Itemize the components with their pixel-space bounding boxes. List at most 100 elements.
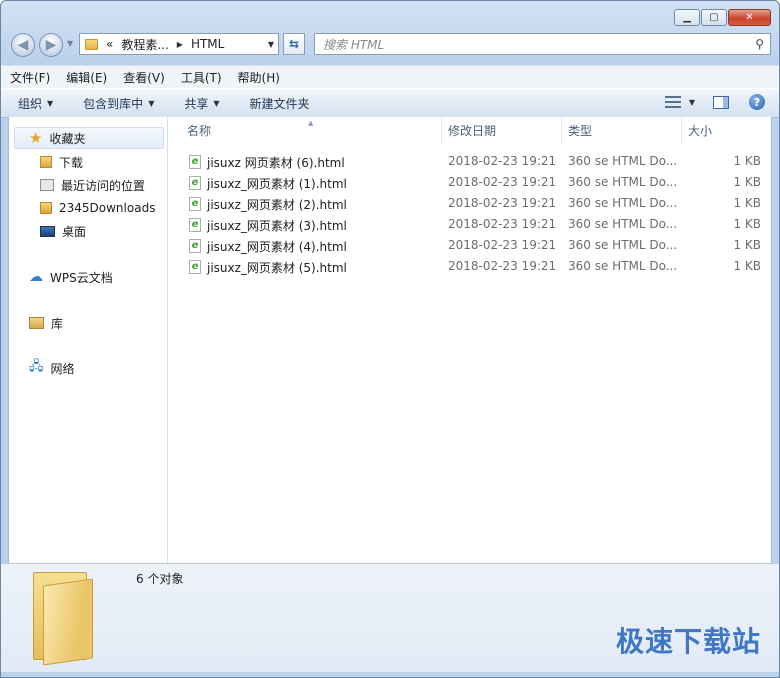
menu-help[interactable]: 帮助(H) (238, 69, 280, 86)
file-date: 2018-02-23 19:21 (448, 196, 557, 210)
file-row[interactable]: e jisuxz_网页素材 (5).html 2018-02-23 19:21 … (168, 257, 771, 278)
breadcrumb-parent[interactable]: 教程素... (121, 36, 168, 53)
file-row[interactable]: e jisuxz_网页素材 (3).html 2018-02-23 19:21 … (168, 215, 771, 236)
html-file-icon: e (189, 155, 201, 169)
column-header-type[interactable]: 类型 (562, 117, 682, 143)
navigation-pane: ★ 收藏夹 下载 最近访问的位置 2345Downloads 桌面 ☁ WPS云… (9, 117, 168, 563)
refresh-button[interactable]: ⇆ (283, 33, 305, 55)
menu-tools[interactable]: 工具(T) (181, 69, 222, 86)
html-file-icon: e (189, 197, 201, 211)
search-box[interactable]: 搜索 HTML ⚲ (314, 33, 771, 55)
new-folder-label: 新建文件夹 (249, 96, 310, 111)
breadcrumb-current[interactable]: HTML (191, 37, 224, 51)
chevron-down-icon: ▼ (213, 98, 220, 108)
sidebar-favorites-label: 收藏夹 (49, 131, 86, 146)
explorer-window: ▁ ▢ ✕ ◀ ▶ ▼ « 教程素... ▶ HTML ▼ ⇆ 搜索 HTML … (0, 0, 780, 678)
chevron-down-icon: ▼ (47, 98, 54, 108)
file-type: 360 se HTML Do... (568, 196, 678, 210)
file-size: 1 KB (733, 196, 761, 210)
sidebar-item-favorites[interactable]: ★ 收藏夹 (29, 128, 85, 148)
sidebar-item-desktop[interactable]: 桌面 (40, 221, 86, 241)
address-dropdown-icon[interactable]: ▼ (268, 40, 274, 49)
sidebar-item-downloads[interactable]: 下载 (40, 152, 83, 172)
file-date: 2018-02-23 19:21 (448, 238, 557, 252)
minimize-button[interactable]: ▁ (674, 9, 700, 26)
refresh-icon: ⇆ (288, 37, 300, 51)
maximize-button[interactable]: ▢ (701, 9, 727, 26)
column-header-size[interactable]: 大小 (682, 117, 772, 143)
file-type: 360 se HTML Do... (568, 259, 678, 273)
file-date: 2018-02-23 19:21 (448, 175, 557, 189)
file-size: 1 KB (733, 238, 761, 252)
preview-pane-icon[interactable] (713, 95, 729, 109)
organize-button[interactable]: 组织 ▼ (18, 95, 53, 112)
menu-view[interactable]: 查看(V) (123, 69, 165, 86)
file-type: 360 se HTML Do... (568, 238, 678, 252)
close-button[interactable]: ✕ (728, 9, 771, 26)
back-button[interactable]: ◀ (11, 33, 35, 57)
file-name: jisuxz_网页素材 (3).html (207, 219, 347, 233)
sidebar-2345downloads-label: 2345Downloads (59, 201, 156, 215)
sidebar-wps-label: WPS云文档 (50, 270, 113, 285)
html-file-icon: e (189, 260, 201, 274)
sidebar-item-2345downloads[interactable]: 2345Downloads (40, 198, 155, 218)
html-file-icon: e (189, 218, 201, 232)
column-header-date[interactable]: 修改日期 (442, 117, 562, 143)
file-row[interactable]: e jisuxz_网页素材 (1).html 2018-02-23 19:21 … (168, 173, 771, 194)
large-folder-icon (29, 570, 95, 666)
watermark-logo: 极速下载站 (615, 625, 761, 658)
star-icon: ★ (29, 129, 43, 147)
breadcrumb-separator-icon[interactable]: ▶ (177, 40, 183, 49)
file-name: jisuxz_网页素材 (2).html (207, 198, 347, 212)
sidebar-item-network[interactable]: 🖧 网络 (29, 358, 75, 378)
share-label: 共享 (184, 96, 209, 111)
folder-icon (40, 202, 52, 214)
html-file-icon: e (189, 239, 201, 253)
file-type: 360 se HTML Do... (568, 154, 678, 168)
address-bar[interactable]: « 教程素... ▶ HTML ▼ (79, 33, 279, 55)
column-header-row: 名称 ▲ 修改日期 类型 大小 (168, 117, 771, 143)
menu-edit[interactable]: 编辑(E) (66, 69, 107, 86)
file-row[interactable]: e jisuxz_网页素材 (2).html 2018-02-23 19:21 … (168, 194, 771, 215)
file-date: 2018-02-23 19:21 (448, 217, 557, 231)
navigation-row: ◀ ▶ ▼ « 教程素... ▶ HTML ▼ ⇆ 搜索 HTML ⚲ (9, 31, 771, 59)
item-count: 6 个对象 (136, 572, 184, 586)
column-size-label: 大小 (688, 123, 713, 138)
view-options-icon[interactable] (664, 96, 681, 108)
search-icon[interactable]: ⚲ (755, 37, 764, 51)
file-row[interactable]: e jisuxz_网页素材 (4).html 2018-02-23 19:21 … (168, 236, 771, 257)
back-arrow-icon: ◀ (17, 37, 29, 53)
include-library-button[interactable]: 包含到库中 ▼ (83, 95, 154, 112)
sidebar-item-wps[interactable]: ☁ WPS云文档 (29, 267, 113, 287)
file-type: 360 se HTML Do... (568, 217, 678, 231)
forward-button[interactable]: ▶ (39, 33, 63, 57)
network-icon: 🖧 (29, 359, 44, 374)
sidebar-recent-label: 最近访问的位置 (61, 178, 146, 193)
share-button[interactable]: 共享 ▼ (184, 95, 219, 112)
folder-icon (85, 38, 98, 50)
sidebar-item-libraries[interactable]: 库 (29, 313, 63, 333)
command-bar-right: ▼ ? (664, 94, 765, 110)
column-name-label: 名称 (187, 123, 212, 138)
sidebar-network-label: 网络 (50, 361, 75, 376)
recent-pages-dropdown[interactable]: ▼ (67, 39, 75, 48)
file-size: 1 KB (733, 259, 761, 273)
recent-places-icon (40, 179, 54, 191)
sort-ascending-icon: ▲ (308, 119, 314, 127)
new-folder-button[interactable]: 新建文件夹 (250, 95, 310, 112)
search-placeholder: 搜索 HTML (323, 37, 385, 52)
cloud-icon: ☁ (29, 269, 43, 285)
file-size: 1 KB (733, 217, 761, 231)
breadcrumb-overflow[interactable]: « (106, 37, 113, 51)
view-dropdown-icon[interactable]: ▼ (689, 98, 695, 107)
file-date: 2018-02-23 19:21 (448, 154, 557, 168)
chevron-down-icon: ▼ (148, 98, 155, 108)
sidebar-item-recent[interactable]: 最近访问的位置 (40, 175, 145, 195)
menu-file[interactable]: 文件(F) (10, 69, 50, 86)
help-icon[interactable]: ? (749, 94, 765, 110)
file-row[interactable]: e jisuxz 网页素材 (6).html 2018-02-23 19:21 … (168, 152, 771, 173)
forward-arrow-icon: ▶ (45, 37, 57, 53)
desktop-icon (40, 225, 55, 237)
html-file-icon: e (189, 176, 201, 190)
download-folder-icon (40, 156, 52, 168)
